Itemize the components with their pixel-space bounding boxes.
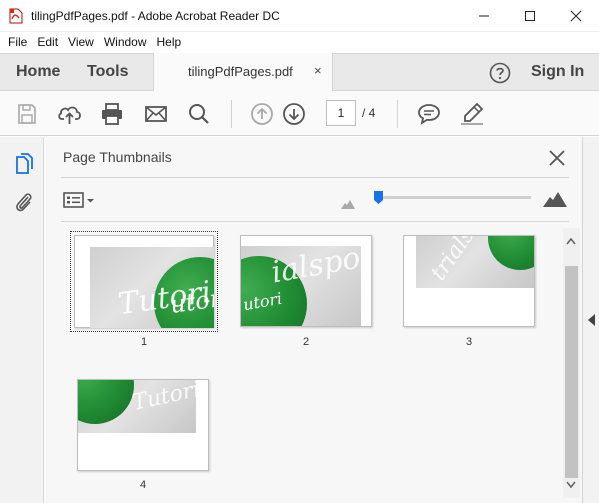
menu-edit[interactable]: Edit — [32, 32, 63, 53]
thumbnail-size-slider[interactable] — [375, 196, 531, 199]
save-icon[interactable] — [15, 102, 39, 126]
email-icon[interactable] — [144, 102, 168, 126]
page-down-icon[interactable] — [282, 102, 306, 126]
page-number-label: 3 — [465, 336, 473, 348]
title-bar: tilingPdfPages.pdf - Adobe Acrobat Reade… — [0, 0, 599, 32]
tab-tools[interactable]: Tools — [87, 63, 128, 81]
zoom-in-thumbnails-icon[interactable] — [543, 191, 567, 212]
scrollbar-thumb[interactable] — [565, 266, 578, 478]
menu-bar: File Edit View Window Help — [0, 32, 599, 53]
globe-graphic — [488, 236, 534, 270]
toolbar-separator — [397, 100, 398, 128]
scroll-up-icon[interactable] — [566, 232, 576, 250]
page-image: ialspo utori — [241, 246, 361, 326]
sign-in-button[interactable]: Sign In — [531, 63, 584, 81]
maximize-button[interactable] — [507, 0, 553, 32]
thumbnail-scrollbar[interactable] — [563, 228, 580, 498]
page-image: trials — [416, 236, 534, 288]
menu-view[interactable]: View — [63, 32, 99, 53]
page-thumbnail[interactable]: Tutori — [77, 379, 209, 471]
page-total: / 4 — [362, 106, 376, 120]
tab-document[interactable]: tilingPdfPages.pdf × — [153, 53, 333, 92]
page-thumbnail[interactable]: trials — [403, 235, 535, 327]
toolbar-separator — [231, 100, 232, 128]
panel-title: Page Thumbnails — [63, 149, 172, 165]
page-image: Tutori — [78, 380, 196, 433]
page-number-label: 4 — [139, 479, 147, 491]
cloud-upload-icon[interactable] — [57, 102, 81, 126]
scroll-down-icon[interactable] — [566, 476, 576, 494]
acrobat-pdf-icon — [8, 8, 24, 24]
page-image: Tutori utori — [90, 247, 214, 328]
page-up-icon[interactable] — [250, 102, 274, 126]
minimize-button[interactable] — [461, 0, 507, 32]
page-number-label: 2 — [302, 336, 310, 348]
expand-right-pane-icon[interactable] — [588, 313, 595, 331]
tab-bar: Home Tools tilingPdfPages.pdf × Sign In — [0, 53, 599, 92]
print-icon[interactable] — [100, 102, 124, 126]
page-thumbnails-panel: Page Thumbnails Tutori utori 1 ialspo ut… — [45, 137, 582, 503]
maximize-icon — [525, 11, 535, 21]
highlight-pen-icon[interactable] — [460, 102, 484, 126]
watermark-text: Tutori — [130, 380, 196, 416]
page-thumbnail[interactable]: ialspo utori — [240, 235, 372, 327]
close-window-button[interactable] — [553, 0, 599, 32]
globe-graphic — [78, 380, 134, 424]
right-pane-collapse[interactable] — [582, 137, 599, 503]
page-thumbnail[interactable]: Tutori utori — [70, 231, 218, 332]
help-icon[interactable] — [489, 62, 511, 89]
search-icon[interactable] — [187, 102, 211, 126]
menu-window[interactable]: Window — [99, 32, 152, 53]
panel-divider — [61, 177, 569, 178]
attachment-icon[interactable] — [13, 190, 35, 214]
panel-divider — [61, 221, 569, 222]
close-icon — [570, 10, 582, 22]
watermark-text: trials — [426, 236, 480, 286]
tab-home[interactable]: Home — [16, 63, 60, 81]
window-title: tilingPdfPages.pdf - Adobe Acrobat Reade… — [31, 9, 280, 23]
left-navigation-rail — [0, 137, 44, 503]
zoom-out-thumbnails-icon[interactable] — [341, 196, 355, 214]
minimize-icon — [479, 15, 489, 17]
comment-icon[interactable] — [417, 102, 441, 126]
menu-file[interactable]: File — [3, 32, 32, 53]
watermark-text: ialspo — [268, 246, 361, 291]
page-thumbnails-icon[interactable] — [13, 153, 35, 177]
menu-help[interactable]: Help — [152, 32, 187, 53]
document-tab-label: tilingPdfPages.pdf — [188, 64, 293, 79]
thumbnail-grid: Tutori utori 1 ialspo utori 2 trials 3 T… — [62, 225, 562, 503]
page-number-input[interactable]: 1 — [326, 100, 356, 126]
page-number-label: 1 — [140, 336, 148, 348]
toolbar — [0, 91, 599, 136]
close-tab-icon[interactable]: × — [314, 63, 322, 78]
slider-handle[interactable] — [373, 190, 384, 205]
close-panel-icon[interactable] — [547, 148, 567, 173]
thumbnail-options-icon[interactable] — [63, 191, 97, 209]
